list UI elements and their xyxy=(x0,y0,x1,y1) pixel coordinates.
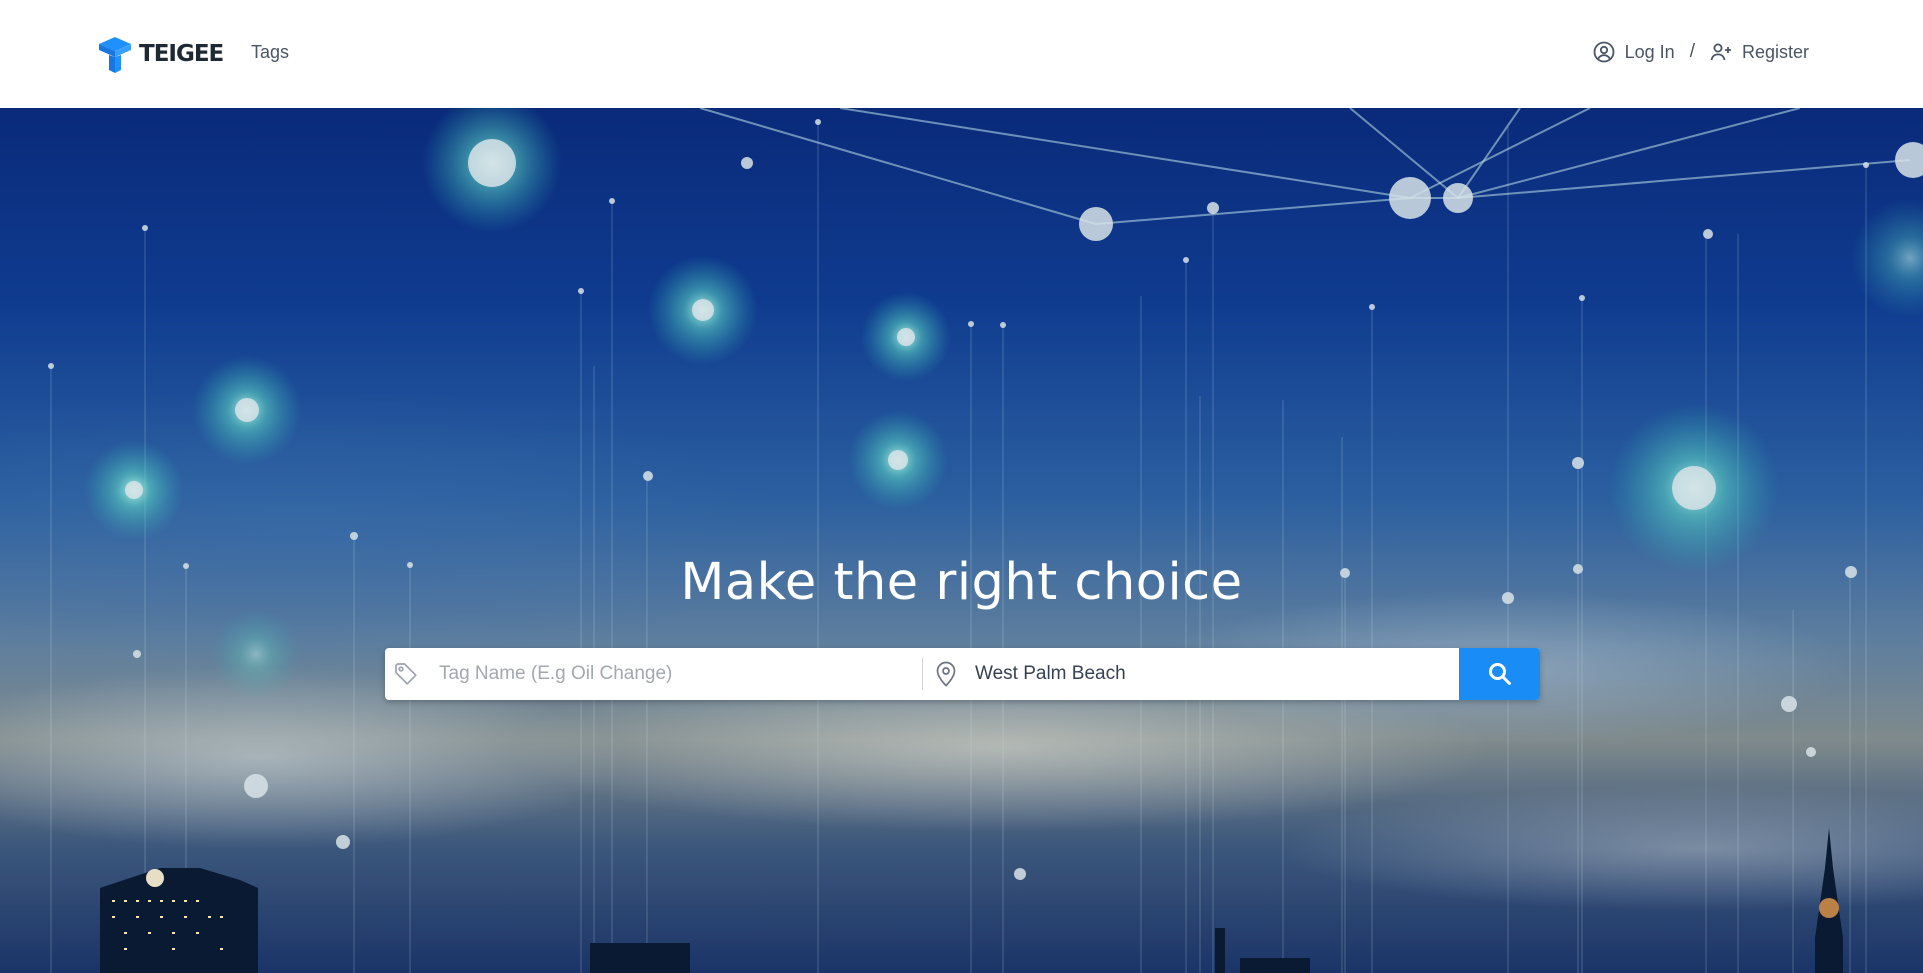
search-button[interactable] xyxy=(1459,648,1540,700)
location-pin-icon xyxy=(936,661,956,687)
location-input[interactable] xyxy=(975,663,1459,685)
hero-banner: Make the right choice xyxy=(0,108,1923,973)
brand-name: TEIGEE xyxy=(139,41,224,67)
register-label: Register xyxy=(1741,41,1809,62)
nav-link-tags[interactable]: Tags xyxy=(251,42,289,63)
tag-icon xyxy=(395,663,417,685)
tag-field xyxy=(385,648,922,700)
search-icon xyxy=(1488,663,1511,685)
logo-icon xyxy=(99,37,131,73)
user-plus-icon xyxy=(1710,43,1731,61)
hero-title: Make the right choice xyxy=(680,553,1243,612)
top-navigation-bar: TEIGEE Tags Log In / Register xyxy=(0,0,1923,108)
tag-search-input[interactable] xyxy=(439,663,922,685)
hero-background-image xyxy=(48,108,1923,973)
search-bar xyxy=(385,648,1540,700)
location-field xyxy=(923,648,1459,700)
user-circle-icon xyxy=(1593,41,1615,63)
login-label: Log In xyxy=(1624,41,1675,62)
auth-separator: / xyxy=(1689,41,1695,62)
register-link[interactable]: Register xyxy=(1709,40,1809,64)
login-link[interactable]: Log In xyxy=(1592,40,1675,64)
brand-logo[interactable]: TEIGEE xyxy=(95,33,224,75)
auth-links: Log In / Register xyxy=(1592,38,1809,66)
